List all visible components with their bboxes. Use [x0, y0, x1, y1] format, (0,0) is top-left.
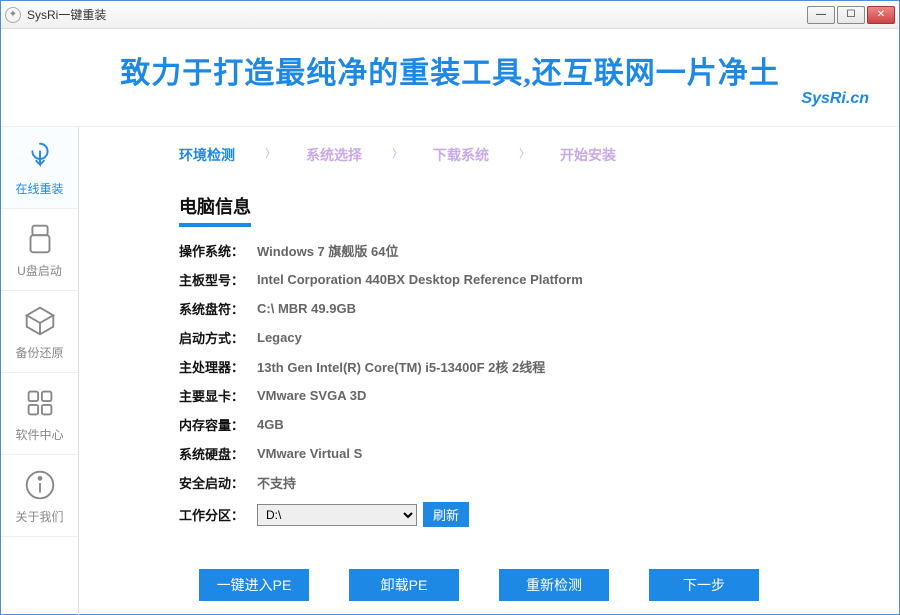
grid-icon — [21, 384, 59, 422]
sidebar-item-label: 关于我们 — [15, 508, 63, 525]
sidebar-item-label: 备份还原 — [15, 344, 63, 361]
sidebar-item-online-reinstall[interactable]: 在线重装 — [1, 127, 78, 209]
info-label: 安全启动： — [179, 473, 257, 492]
sidebar: 在线重装 U盘启动 备份还原 软件中心 关于我们 — [1, 127, 79, 615]
window-title: SysRi一键重装 — [27, 6, 807, 23]
info-value: 13th Gen Intel(R) Core(TM) i5-13400F 2核 … — [257, 357, 545, 376]
sidebar-item-software-center[interactable]: 软件中心 — [1, 373, 78, 455]
info-row-ram: 内存容量： 4GB — [179, 415, 859, 434]
action-buttons: 一键进入PE 卸载PE 重新检测 下一步 — [199, 569, 759, 601]
minimize-button[interactable]: — — [807, 6, 835, 24]
info-row-disk: 系统硬盘： VMware Virtual S — [179, 444, 859, 463]
info-value: VMware Virtual S — [257, 446, 362, 461]
app-icon: ✦ — [5, 7, 21, 23]
maximize-button[interactable]: ☐ — [837, 6, 865, 24]
usb-icon — [21, 220, 59, 258]
chevron-right-icon: 〉 — [265, 145, 276, 165]
step-env-check: 环境检测 — [179, 145, 235, 165]
info-icon — [21, 466, 59, 504]
sidebar-item-about[interactable]: 关于我们 — [1, 455, 78, 537]
info-value: 4GB — [257, 417, 284, 432]
info-label: 系统盘符： — [179, 299, 257, 318]
chevron-right-icon: 〉 — [392, 145, 403, 165]
uninstall-pe-button[interactable]: 卸载PE — [349, 569, 459, 601]
info-label: 工作分区： — [179, 505, 257, 524]
step-install: 开始安装 — [560, 145, 616, 165]
info-row-motherboard: 主板型号： Intel Corporation 440BX Desktop Re… — [179, 270, 859, 289]
next-button[interactable]: 下一步 — [649, 569, 759, 601]
info-row-cpu: 主处理器： 13th Gen Intel(R) Core(TM) i5-1340… — [179, 357, 859, 376]
info-value: 不支持 — [257, 473, 296, 492]
info-label: 主要显卡： — [179, 386, 257, 405]
enter-pe-button[interactable]: 一键进入PE — [199, 569, 309, 601]
info-label: 操作系统： — [179, 241, 257, 260]
info-value: Windows 7 旗舰版 64位 — [257, 241, 398, 260]
info-label: 主处理器： — [179, 357, 257, 376]
info-row-drive: 系统盘符： C:\ MBR 49.9GB — [179, 299, 859, 318]
body: 在线重装 U盘启动 备份还原 软件中心 关于我们 环境检测 〉 — [1, 127, 899, 615]
banner: 致力于打造最纯净的重装工具,还互联网一片净土 SysRi.cn — [1, 29, 899, 127]
info-value: C:\ MBR 49.9GB — [257, 301, 356, 316]
step-download: 下载系统 — [433, 145, 489, 165]
info-value: VMware SVGA 3D — [257, 388, 366, 403]
close-button[interactable]: ✕ — [867, 6, 895, 24]
section-underline — [179, 223, 251, 227]
titlebar: ✦ SysRi一键重装 — ☐ ✕ — [1, 1, 899, 29]
info-row-gpu: 主要显卡： VMware SVGA 3D — [179, 386, 859, 405]
info-value: Intel Corporation 440BX Desktop Referenc… — [257, 272, 583, 287]
info-row-partition: 工作分区： D:\ 刷新 — [179, 502, 859, 527]
info-row-secureboot: 安全启动： 不支持 — [179, 473, 859, 492]
tap-icon — [21, 138, 59, 176]
info-label: 内存容量： — [179, 415, 257, 434]
slogan-text: 致力于打造最纯净的重装工具,还互联网一片净土 — [120, 48, 780, 92]
info-label: 主板型号： — [179, 270, 257, 289]
slogan-url: SysRi.cn — [801, 90, 869, 108]
step-system-select: 系统选择 — [306, 145, 362, 165]
refresh-button[interactable]: 刷新 — [423, 502, 469, 527]
chevron-right-icon: 〉 — [519, 145, 530, 165]
info-label: 系统硬盘： — [179, 444, 257, 463]
window-controls: — ☐ ✕ — [807, 6, 895, 24]
sidebar-item-label: 在线重装 — [15, 180, 63, 197]
app-window: ✦ SysRi一键重装 — ☐ ✕ 致力于打造最纯净的重装工具,还互联网一片净土… — [0, 0, 900, 615]
recheck-button[interactable]: 重新检测 — [499, 569, 609, 601]
sidebar-item-label: U盘启动 — [17, 262, 62, 279]
sidebar-item-usb-boot[interactable]: U盘启动 — [1, 209, 78, 291]
box-icon — [21, 302, 59, 340]
main-panel: 环境检测 〉 系统选择 〉 下载系统 〉 开始安装 电脑信息 操作系统： Win… — [79, 127, 899, 615]
sidebar-item-label: 软件中心 — [15, 426, 63, 443]
sidebar-item-backup-restore[interactable]: 备份还原 — [1, 291, 78, 373]
info-row-os: 操作系统： Windows 7 旗舰版 64位 — [179, 241, 859, 260]
section-title: 电脑信息 — [179, 193, 251, 219]
partition-select[interactable]: D:\ — [257, 504, 417, 526]
info-value: Legacy — [257, 330, 302, 345]
info-row-boot: 启动方式： Legacy — [179, 328, 859, 347]
step-indicator: 环境检测 〉 系统选择 〉 下载系统 〉 开始安装 — [179, 145, 859, 165]
info-label: 启动方式： — [179, 328, 257, 347]
